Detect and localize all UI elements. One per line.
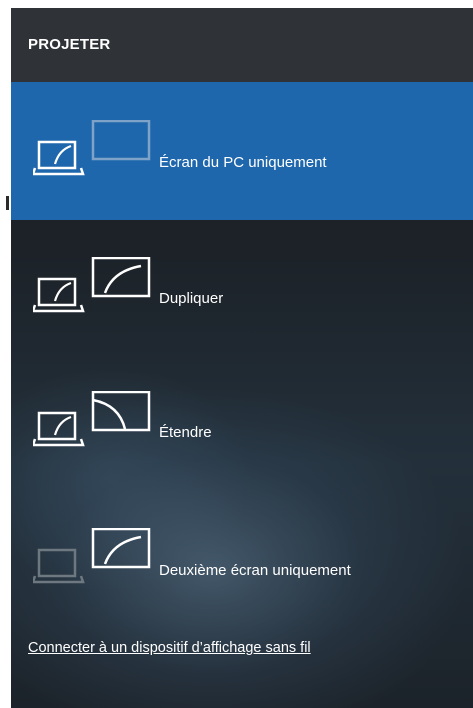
option-pc-screen-only[interactable]: Écran du PC uniquement	[11, 82, 473, 220]
pc-screen-only-icon	[31, 119, 153, 180]
option-label: Étendre	[159, 424, 212, 441]
option-second-screen-only[interactable]: Deuxième écran uniquement	[11, 496, 473, 634]
option-label: Écran du PC uniquement	[159, 154, 327, 171]
panel-title: PROJETER	[28, 36, 111, 53]
option-extend[interactable]: Étendre	[11, 358, 473, 496]
extend-icon	[31, 390, 153, 451]
option-label: Deuxième écran uniquement	[159, 562, 351, 579]
duplicate-icon	[31, 256, 153, 317]
second-screen-only-icon	[31, 527, 153, 588]
window-edge	[0, 8, 11, 708]
project-panel: PROJETER Écran du PC uniquement Duplique…	[11, 8, 473, 708]
option-label: Dupliquer	[159, 290, 224, 307]
connect-wireless-display-link[interactable]: Connecter à un dispositif d’affichage sa…	[28, 640, 311, 656]
panel-header: PROJETER	[11, 8, 473, 82]
edge-marker	[6, 196, 9, 210]
option-duplicate[interactable]: Dupliquer	[11, 220, 473, 358]
